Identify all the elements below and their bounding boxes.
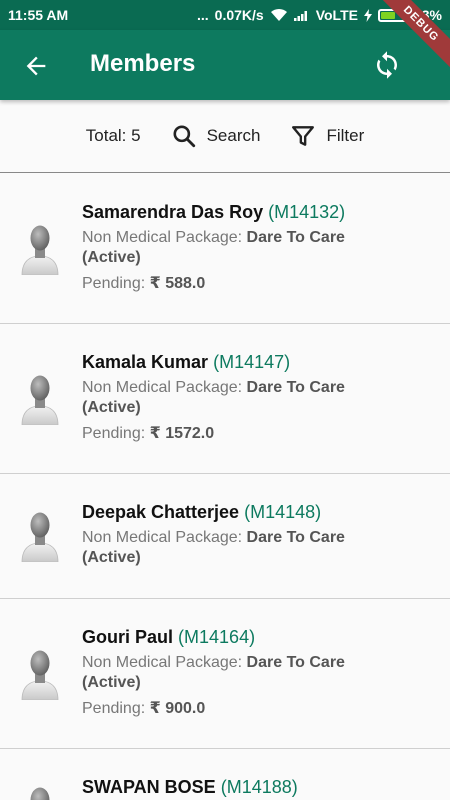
person-avatar-icon (21, 512, 59, 562)
package-label: Non Medical Package: (82, 529, 243, 546)
battery-level (380, 11, 395, 19)
filter-icon (292, 126, 315, 146)
members-toolbar: Total: 5 Search Filter (0, 100, 450, 173)
search-icon (173, 125, 195, 148)
person-avatar-icon (21, 787, 59, 800)
package-name: Dare To Care (246, 379, 345, 396)
package-name: Dare To Care (246, 229, 345, 246)
network-speed: 0.07K/s (214, 7, 264, 23)
member-id: (M14132) (268, 202, 346, 222)
member-name: Gouri Paul (82, 627, 174, 647)
member-id: (M14147) (213, 352, 291, 372)
member-id: (M14188) (220, 777, 298, 797)
wifi-icon (270, 8, 288, 22)
package-status: (Active) (82, 674, 141, 691)
signal-icon (293, 9, 310, 21)
person-avatar-icon (21, 375, 59, 425)
notification-dots: ... (196, 7, 209, 23)
charging-icon (363, 8, 372, 22)
package-label: Non Medical Package: (82, 654, 243, 671)
pending-label: Pending: (82, 700, 146, 717)
filter-button[interactable]: Filter (290, 123, 364, 149)
member-name: Samarendra Das Roy (82, 202, 264, 222)
package-name: Dare To Care (246, 529, 345, 546)
member-card[interactable]: Gouri Paul (M14164) Non Medical Package:… (0, 599, 450, 749)
status-time: 11:55 AM (8, 7, 69, 23)
sync-icon[interactable] (372, 50, 402, 80)
package-status: (Active) (82, 249, 141, 266)
search-label: Search (206, 126, 261, 145)
member-id: (M14148) (244, 502, 322, 522)
member-card[interactable]: Deepak Chatterjee (M14148) Non Medical P… (0, 474, 450, 599)
person-avatar-icon (21, 225, 59, 275)
status-bar: 11:55 AM ... 0.07K/s VoLTE 53% (0, 0, 450, 30)
member-id: (M14164) (178, 627, 256, 647)
person-avatar-icon (21, 650, 59, 700)
member-list: Samarendra Das Roy (M14132) Non Medical … (0, 174, 450, 800)
package-name: Dare To Care (246, 654, 345, 671)
member-name: Kamala Kumar (82, 352, 209, 372)
package-status: (Active) (82, 399, 141, 416)
total-count: Total: 5 (85, 126, 141, 145)
app-bar: Members (0, 30, 450, 100)
pending-label: Pending: (82, 425, 146, 442)
member-card[interactable]: Kamala Kumar (M14147) Non Medical Packag… (0, 324, 450, 474)
back-arrow-icon[interactable] (22, 52, 50, 80)
pending-label: Pending: (82, 275, 146, 292)
pending-amount: ₹ 1572.0 (149, 425, 215, 442)
member-card[interactable]: Samarendra Das Roy (M14132) Non Medical … (0, 174, 450, 324)
member-name: Deepak Chatterjee (82, 502, 240, 522)
filter-label: Filter (326, 126, 365, 145)
pending-amount: ₹ 900.0 (149, 700, 206, 717)
package-label: Non Medical Package: (82, 379, 243, 396)
network-type: VoLTE (315, 7, 358, 23)
member-name: SWAPAN BOSE (82, 777, 216, 797)
package-status: (Active) (82, 549, 141, 566)
member-card[interactable]: SWAPAN BOSE (M14188) (0, 749, 450, 800)
search-button[interactable]: Search (171, 123, 261, 149)
pending-amount: ₹ 588.0 (149, 275, 206, 292)
package-label: Non Medical Package: (82, 229, 243, 246)
page-title: Members (90, 50, 196, 77)
